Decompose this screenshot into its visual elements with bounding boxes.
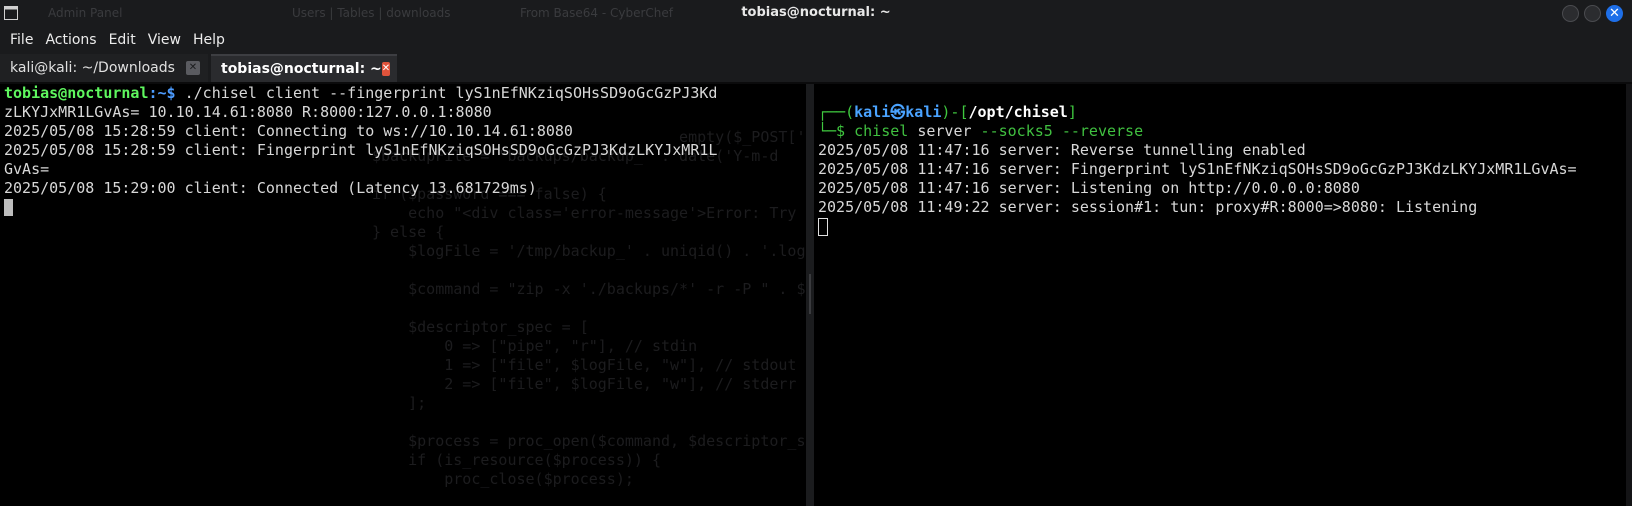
command-args: --socks5 --reverse <box>971 122 1144 140</box>
background-code-line: if (is_resource($process)) { <box>372 451 661 469</box>
maximize-button[interactable] <box>1584 5 1601 22</box>
output-line: 2025/05/08 11:47:16 server: Reverse tunn… <box>818 141 1306 159</box>
command-name: chisel <box>854 122 909 140</box>
tab-kali-downloads[interactable]: kali@kali: ~/Downloads ✕ <box>0 54 208 82</box>
background-code-line: ]; <box>372 394 427 412</box>
output-line: 2025/05/08 11:47:16 server: Fingerprint … <box>818 160 1577 178</box>
background-code-line <box>372 413 806 432</box>
pane-splitter[interactable] <box>806 84 814 506</box>
background-code-line: proc_close($process); <box>372 470 634 488</box>
background-code-line: $logFile = '/tmp/backup_' . uniqid() . '… <box>372 242 806 260</box>
output-line: 2025/05/08 11:47:16 server: Listening on… <box>818 179 1360 197</box>
prompt-path: :~$ <box>148 84 176 102</box>
output-line: 2025/05/08 15:29:00 client: Connected (L… <box>4 179 537 197</box>
background-code-line: 1 => ["file", $logFile, "w"], // stdout <box>372 356 797 374</box>
background-code-line <box>372 299 806 318</box>
menu-help[interactable]: Help <box>187 32 231 48</box>
prompt-frame: ┌──( <box>818 103 855 121</box>
background-code-line: } else { <box>372 223 445 241</box>
tab-close-icon[interactable]: ✕ <box>381 62 391 76</box>
background-code-line: $command = "zip -x './backups/*' -r -P "… <box>408 280 806 298</box>
text-cursor <box>4 199 13 216</box>
menu-actions[interactable]: Actions <box>39 32 102 48</box>
prompt-frame: )-[ <box>941 103 969 121</box>
background-code-line <box>372 261 806 280</box>
terminal-tab-bar: kali@kali: ~/Downloads ✕ tobias@nocturna… <box>0 52 1632 82</box>
right-terminal-pane[interactable]: ┌──(kali㉿kali)-[/opt/chisel] └─$ chisel … <box>814 84 1632 506</box>
background-code-line: 2 => ["file", $logFile, "w"], // stderr <box>372 375 797 393</box>
title-bar: Admin Panel Users | Tables | downloads F… <box>0 0 1632 28</box>
command-line-wrap: zLKYJxMR1LGvAs= 10.10.14.61:8080 R:8000:… <box>4 103 492 121</box>
menu-edit[interactable]: Edit <box>103 32 142 48</box>
prompt-frame: ] <box>1067 103 1077 121</box>
command-line: └─$ chisel server --socks5 --reverse <box>814 122 1632 141</box>
tab-tobias-nocturnal[interactable]: tobias@nocturnal: ~ ✕ <box>211 54 397 82</box>
background-code-line: 0 => ["pipe", "r"], // stdin <box>372 337 698 355</box>
tab-label: kali@kali: ~/Downloads <box>10 60 175 76</box>
output-line: 2025/05/08 15:28:59 client: Connecting t… <box>4 122 573 140</box>
prompt-at: ㉿ <box>890 103 906 121</box>
menu-file[interactable]: File <box>4 32 39 48</box>
prompt-user: tobias@nocturnal <box>4 84 149 102</box>
close-window-button[interactable]: ✕ <box>1606 5 1623 22</box>
text-cursor <box>818 217 828 236</box>
output-line: 2025/05/08 11:49:22 server: session#1: t… <box>818 198 1478 216</box>
output-line: 2025/05/08 15:28:59 client: Fingerprint … <box>4 141 718 159</box>
cursor-line <box>814 217 1632 236</box>
command-subcommand: server <box>908 122 972 140</box>
left-terminal-pane[interactable]: empty($_POST['pass $backupFile = "backups… <box>0 84 806 506</box>
window-title: tobias@nocturnal: ~ <box>741 5 891 20</box>
command-text: ./chisel client --fingerprint lyS1nEfNKz… <box>175 84 718 102</box>
prompt-user: kali <box>854 103 891 121</box>
minimize-button[interactable] <box>1562 5 1579 22</box>
tab-close-icon[interactable]: ✕ <box>186 61 200 75</box>
prompt-frame: └─$ <box>818 122 855 140</box>
cursor-line <box>0 198 806 217</box>
prompt-path: /opt/chisel <box>968 103 1068 121</box>
background-code-line: $descriptor_spec = [ <box>372 318 589 336</box>
prompt-header-line: ┌──(kali㉿kali)-[/opt/chisel] <box>814 103 1632 122</box>
output-line: GvAs= <box>4 160 50 178</box>
splitter-grip[interactable] <box>809 274 811 314</box>
tab-label: tobias@nocturnal: ~ <box>221 61 382 77</box>
prompt-host: kali <box>905 103 942 121</box>
background-code-line: $process = proc_open($command, $descript… <box>408 432 806 450</box>
command-line: tobias@nocturnal:~$ ./chisel client --fi… <box>0 84 806 103</box>
menu-view[interactable]: View <box>142 32 187 48</box>
menu-bar: File Actions Edit View Help <box>0 28 1632 52</box>
